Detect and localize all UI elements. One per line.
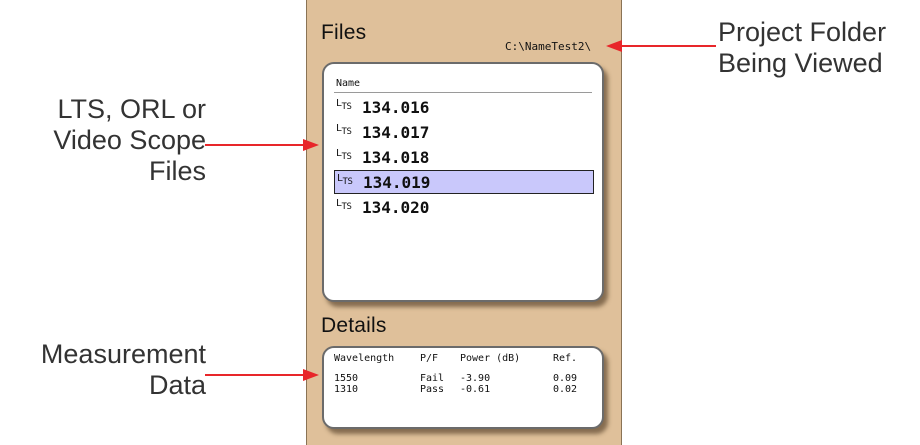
- callout-arrows: [205, 40, 716, 381]
- files-arrow: [205, 139, 319, 151]
- measurement-arrow: [205, 369, 319, 381]
- project-folder-arrow: [606, 40, 716, 52]
